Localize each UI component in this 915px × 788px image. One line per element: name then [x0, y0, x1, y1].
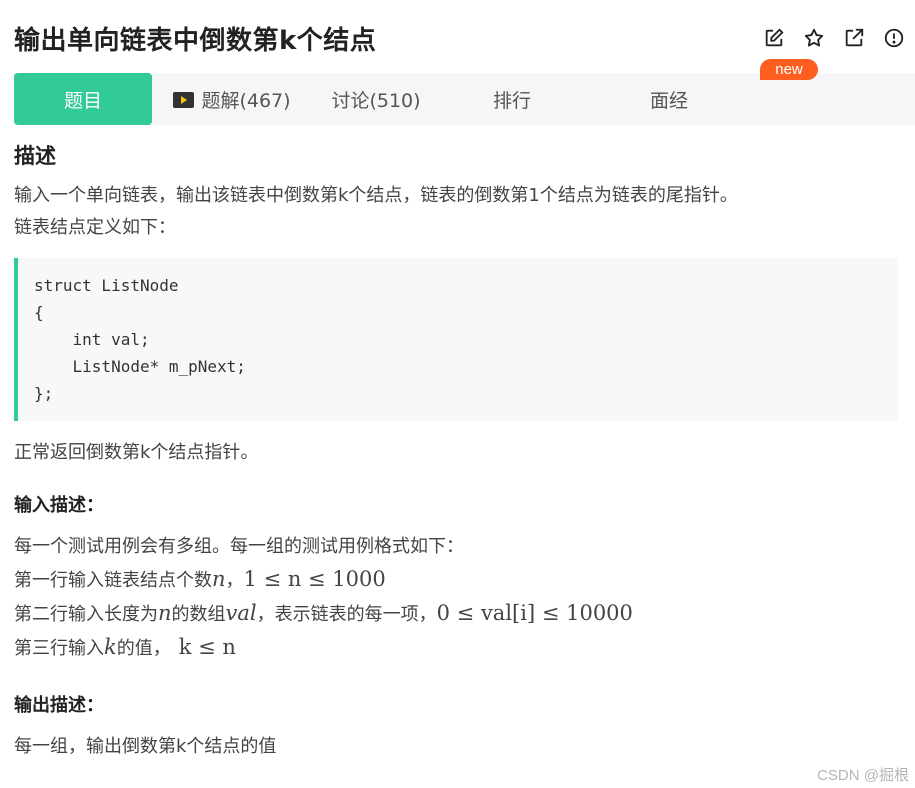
input-line-2-var: n: [212, 567, 226, 591]
tab-interview-label: 面经: [649, 89, 688, 112]
input-line-4-math: k ≤ n: [178, 635, 236, 659]
description-heading: 描述: [14, 144, 56, 168]
tab-bar: 题目 题解(467) 讨论(510) 排行 面经: [14, 73, 915, 125]
input-line-3-text-b: 的数组: [171, 604, 226, 625]
input-line-4-var: k: [104, 635, 117, 659]
tab-ranking[interactable]: 排行: [440, 73, 584, 125]
tab-problem-label: 题目: [63, 89, 102, 112]
input-line-2: 第一行输入链表结点个数n，1 ≤ n ≤ 1000: [14, 563, 898, 597]
input-line-4-text-b: 的值，: [116, 638, 171, 659]
input-line-3-var-n: n: [158, 601, 172, 625]
output-line-1: 每一组，输出倒数第k个结点的值: [14, 736, 277, 757]
tab-ranking-label: 排行: [492, 89, 531, 112]
external-link-icon[interactable]: [842, 26, 866, 50]
alert-icon[interactable]: [882, 26, 906, 50]
description-line-2: 链表结点定义如下：: [14, 217, 176, 238]
input-line-3-text-a: 第二行输入长度为: [14, 604, 158, 625]
description-line-3: 正常返回倒数第k个结点指针。: [14, 442, 259, 463]
input-line-2-sep: ，: [225, 570, 244, 591]
video-icon: [173, 91, 195, 108]
input-line-3-text-c: ，表示链表的每一项，: [256, 604, 437, 625]
input-line-3-math: 0 ≤ val[i] ≤ 10000: [436, 601, 633, 625]
output-heading: 输出描述：: [14, 695, 104, 716]
tab-discussion-label: 讨论(510): [331, 89, 421, 112]
input-line-2-math: 1 ≤ n ≤ 1000: [243, 567, 386, 591]
input-line-1: 每一个测试用例会有多组。每一组的测试用例格式如下：: [14, 536, 464, 557]
new-badge: new: [760, 59, 818, 80]
tab-discussion[interactable]: 讨论(510): [312, 73, 440, 125]
input-line-4: 第三行输入k的值， k ≤ n: [14, 631, 898, 665]
problem-content: 描述 输入一个单向链表，输出该链表中倒数第k个结点，链表的倒数第1个结点为链表的…: [14, 140, 898, 763]
input-line-3-var-val: val: [225, 601, 257, 625]
input-heading: 输入描述：: [14, 495, 104, 516]
input-line-2-text: 第一行输入链表结点个数: [14, 570, 212, 591]
watermark: CSDN @掘根: [817, 767, 909, 784]
input-line-3: 第二行输入长度为n的数组val，表示链表的每一项，0 ≤ val[i] ≤ 10…: [14, 597, 898, 631]
star-icon[interactable]: [802, 26, 826, 50]
tab-problem[interactable]: 题目: [14, 73, 152, 125]
page-title: 输出单向链表中倒数第k个结点: [14, 26, 377, 56]
edit-icon[interactable]: [762, 26, 786, 50]
header-actions: [762, 26, 906, 50]
tab-solutions-label: 题解(467): [201, 89, 291, 112]
description-line-1: 输入一个单向链表，输出该链表中倒数第k个结点，链表的倒数第1个结点为链表的尾指针…: [14, 185, 738, 206]
tab-interview[interactable]: 面经: [584, 73, 754, 125]
tab-solutions[interactable]: 题解(467): [152, 73, 312, 125]
code-block: struct ListNode { int val; ListNode* m_p…: [14, 258, 898, 421]
input-line-4-text: 第三行输入: [14, 638, 104, 659]
